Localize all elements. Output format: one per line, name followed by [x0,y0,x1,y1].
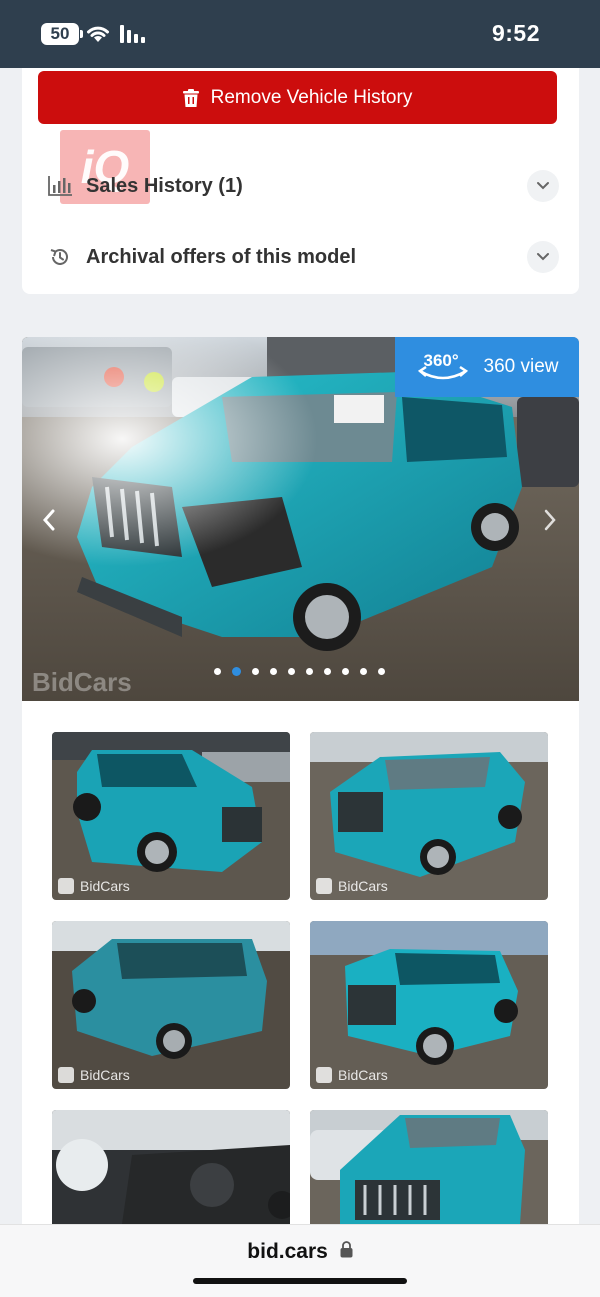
view360-label: 360 view [483,356,559,377]
thumbnail-watermark: BidCars [316,1067,388,1083]
rotate-360-icon: 360° [416,349,470,385]
chevron-down-icon[interactable] [527,241,559,273]
thumbnail-watermark: BidCars [316,878,388,894]
thumbnail-watermark: BidCars [58,878,130,894]
bidcars-watermark: BidCars [32,667,132,697]
vehicle-photo-image [310,921,548,1089]
wifi-icon [85,22,111,49]
carousel-dot[interactable] [252,668,259,675]
bar-chart-icon [48,174,72,198]
next-photo-button[interactable] [535,505,565,535]
status-time: 9:52 [491,20,540,46]
carousel-dot-active[interactable] [232,667,241,676]
vehicle-photo-image [52,921,290,1089]
chevron-down-icon[interactable] [527,170,559,202]
thumbnail-photo[interactable]: BidCars [310,921,548,1089]
trash-icon [182,88,199,107]
carousel-dot[interactable] [306,668,313,675]
carousel-dot[interactable] [324,668,331,675]
vehicle-photo-image [52,732,290,900]
thumbnail-photo[interactable]: BidCars [52,921,290,1089]
history-icon [48,245,72,269]
chevron-right-icon [544,509,556,531]
view-360-button[interactable]: 360° 360 view [395,337,579,397]
archival-offers-row[interactable]: Archival offers of this model [48,237,559,277]
remove-vehicle-history-button[interactable]: Remove Vehicle History [38,71,557,124]
vehicle-photo-image [310,1110,548,1224]
thumbnail-photo[interactable] [52,1110,290,1224]
vehicle-actions-card: Remove Vehicle History iQ Sales History … [22,68,579,294]
url-display[interactable]: bid.cars [0,1240,600,1264]
sales-history-label: Sales History (1) [86,174,243,197]
main-vehicle-photo[interactable]: 360° 360 view BidCars [22,337,579,701]
carousel-dot[interactable] [360,668,367,675]
carousel-dot[interactable] [378,668,385,675]
battery-icon: 50 [41,23,83,45]
carousel-dot[interactable] [214,668,221,675]
status-bar: 50 9:52 [0,0,600,68]
home-indicator[interactable] [193,1278,407,1284]
thumbnail-photo[interactable]: BidCars [310,732,548,900]
sales-history-row[interactable]: Sales History (1) [48,166,559,206]
vehicle-photo-image [52,1110,290,1224]
lock-icon [340,1240,353,1264]
carousel-dot[interactable] [288,668,295,675]
archival-offers-label: Archival offers of this model [86,245,357,268]
carousel-dot[interactable] [270,668,277,675]
carousel-pagination[interactable] [214,667,385,676]
thumbnail-watermark: BidCars [58,1067,130,1083]
url-text: bid.cars [247,1240,328,1263]
thumbnail-photo[interactable] [310,1110,548,1224]
previous-photo-button[interactable] [34,505,64,535]
signal-icon [120,25,148,48]
browser-url-bar[interactable]: bid.cars [0,1224,600,1297]
thumbnail-photo[interactable]: BidCars [52,732,290,900]
vehicle-photo-image [310,732,548,900]
chevron-left-icon [42,509,55,531]
remove-vehicle-history-label: Remove Vehicle History [210,86,413,108]
carousel-dot[interactable] [342,668,349,675]
